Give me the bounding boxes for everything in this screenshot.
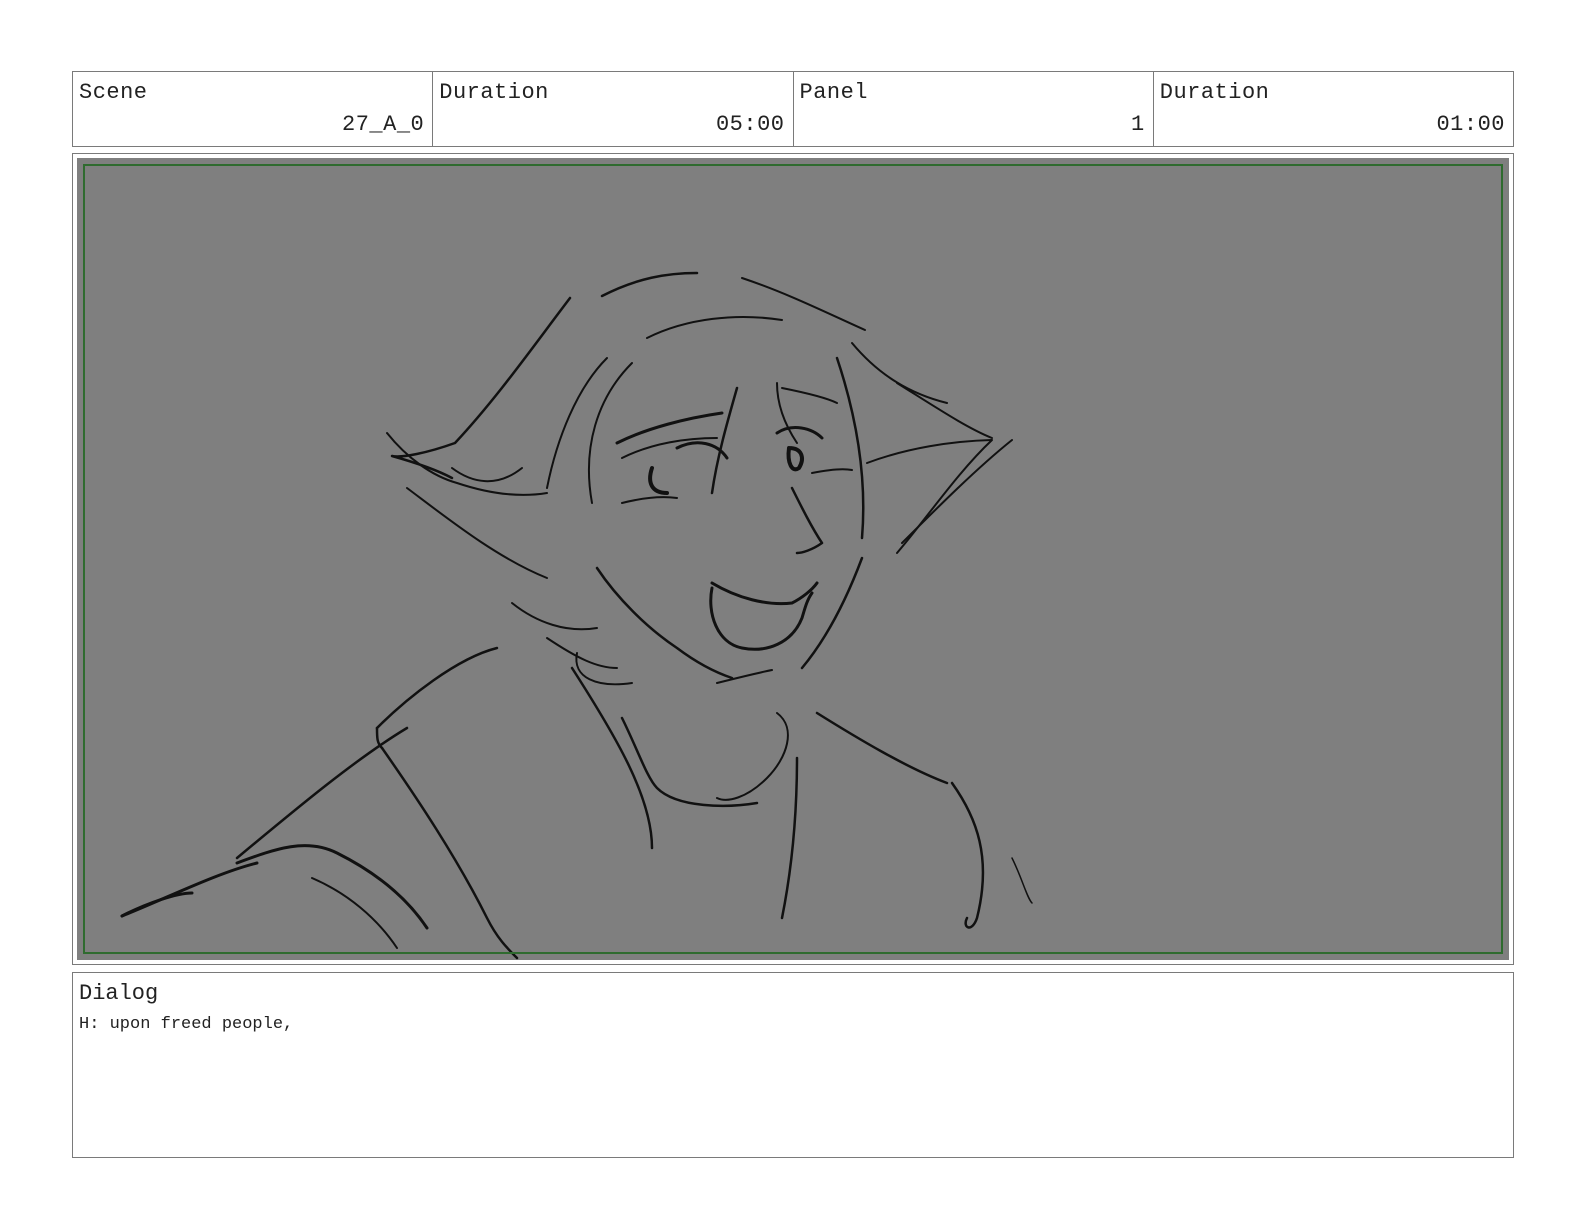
- scene-label: Scene: [79, 80, 148, 105]
- panel-label: Panel: [799, 80, 869, 105]
- panel-duration-value: 01:00: [1436, 112, 1505, 137]
- scene-duration-label: Duration: [439, 80, 549, 105]
- panel-cell: Panel 1: [794, 72, 1154, 146]
- scene-duration-value: 05:00: [715, 112, 785, 137]
- panel-duration-cell: Duration 01:00: [1154, 72, 1513, 146]
- scene-value: 27_A_0: [342, 112, 425, 137]
- dialog-title: Dialog: [79, 981, 159, 1006]
- dialog-text: H: upon freed people,: [79, 1015, 294, 1034]
- scene-duration-cell: Duration 05:00: [433, 72, 794, 146]
- panel-info-header: Scene 27_A_0 Duration 05:00 Panel 1 Dura…: [72, 71, 1514, 147]
- panel-drawing: [77, 158, 1509, 960]
- safe-area-border: [83, 164, 1503, 954]
- dialog-box: Dialog H: upon freed people,: [72, 972, 1514, 1158]
- scene-cell: Scene 27_A_0: [73, 72, 434, 146]
- panel-value: 1: [1131, 112, 1145, 137]
- panel-duration-label: Duration: [1159, 80, 1270, 105]
- storyboard-frame: [72, 153, 1514, 965]
